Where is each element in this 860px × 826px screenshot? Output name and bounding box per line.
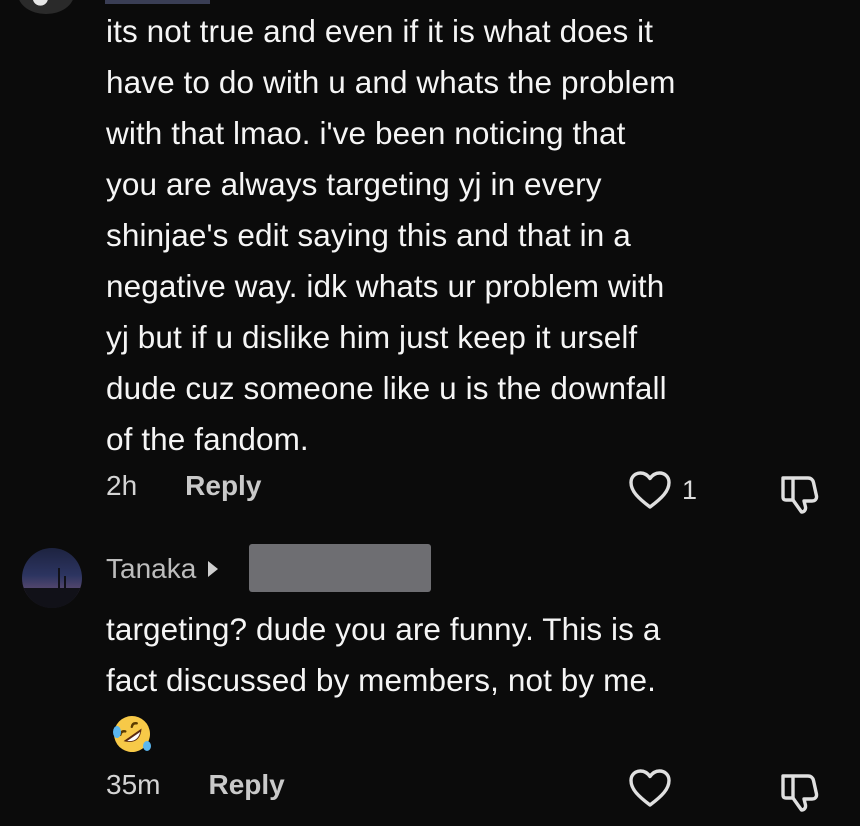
comment-timestamp: 35m: [106, 769, 161, 800]
reply-to-arrow-icon: [208, 561, 219, 577]
redacted-username-box: [249, 544, 431, 592]
thumbs-down-icon: [781, 774, 819, 812]
avatar-pole: [64, 576, 66, 598]
rolling-laughing-emoji-icon: [113, 716, 151, 752]
comment-author-row: Tanaka: [106, 553, 219, 585]
dislike-button[interactable]: [778, 472, 822, 519]
avatar[interactable]: [22, 548, 82, 608]
avatar-previous-comment[interactable]: [18, 0, 74, 14]
comment-body: targeting? dude you are funny. This is a…: [106, 611, 661, 698]
heart-icon: [629, 471, 671, 509]
avatar-silhouette: [22, 588, 82, 608]
reply-button[interactable]: Reply: [185, 470, 261, 502]
like-button[interactable]: [628, 768, 672, 808]
thumbs-down-icon: [781, 476, 819, 514]
comment-body: its not true and even if it is what does…: [106, 13, 676, 457]
comment-meta-row: 35m Reply: [106, 769, 285, 801]
heart-icon: [629, 769, 671, 807]
username[interactable]: Tanaka: [106, 553, 196, 585]
dislike-button[interactable]: [778, 770, 822, 817]
like-count: 1: [682, 474, 698, 505]
avatar-pole: [58, 568, 60, 598]
redacted-username-bar: [105, 0, 210, 4]
comment-timestamp: 2h: [106, 470, 138, 501]
reply-button[interactable]: Reply: [208, 769, 284, 801]
comment-meta-row: 2h Reply: [106, 470, 261, 502]
like-button[interactable]: 1: [628, 470, 697, 510]
